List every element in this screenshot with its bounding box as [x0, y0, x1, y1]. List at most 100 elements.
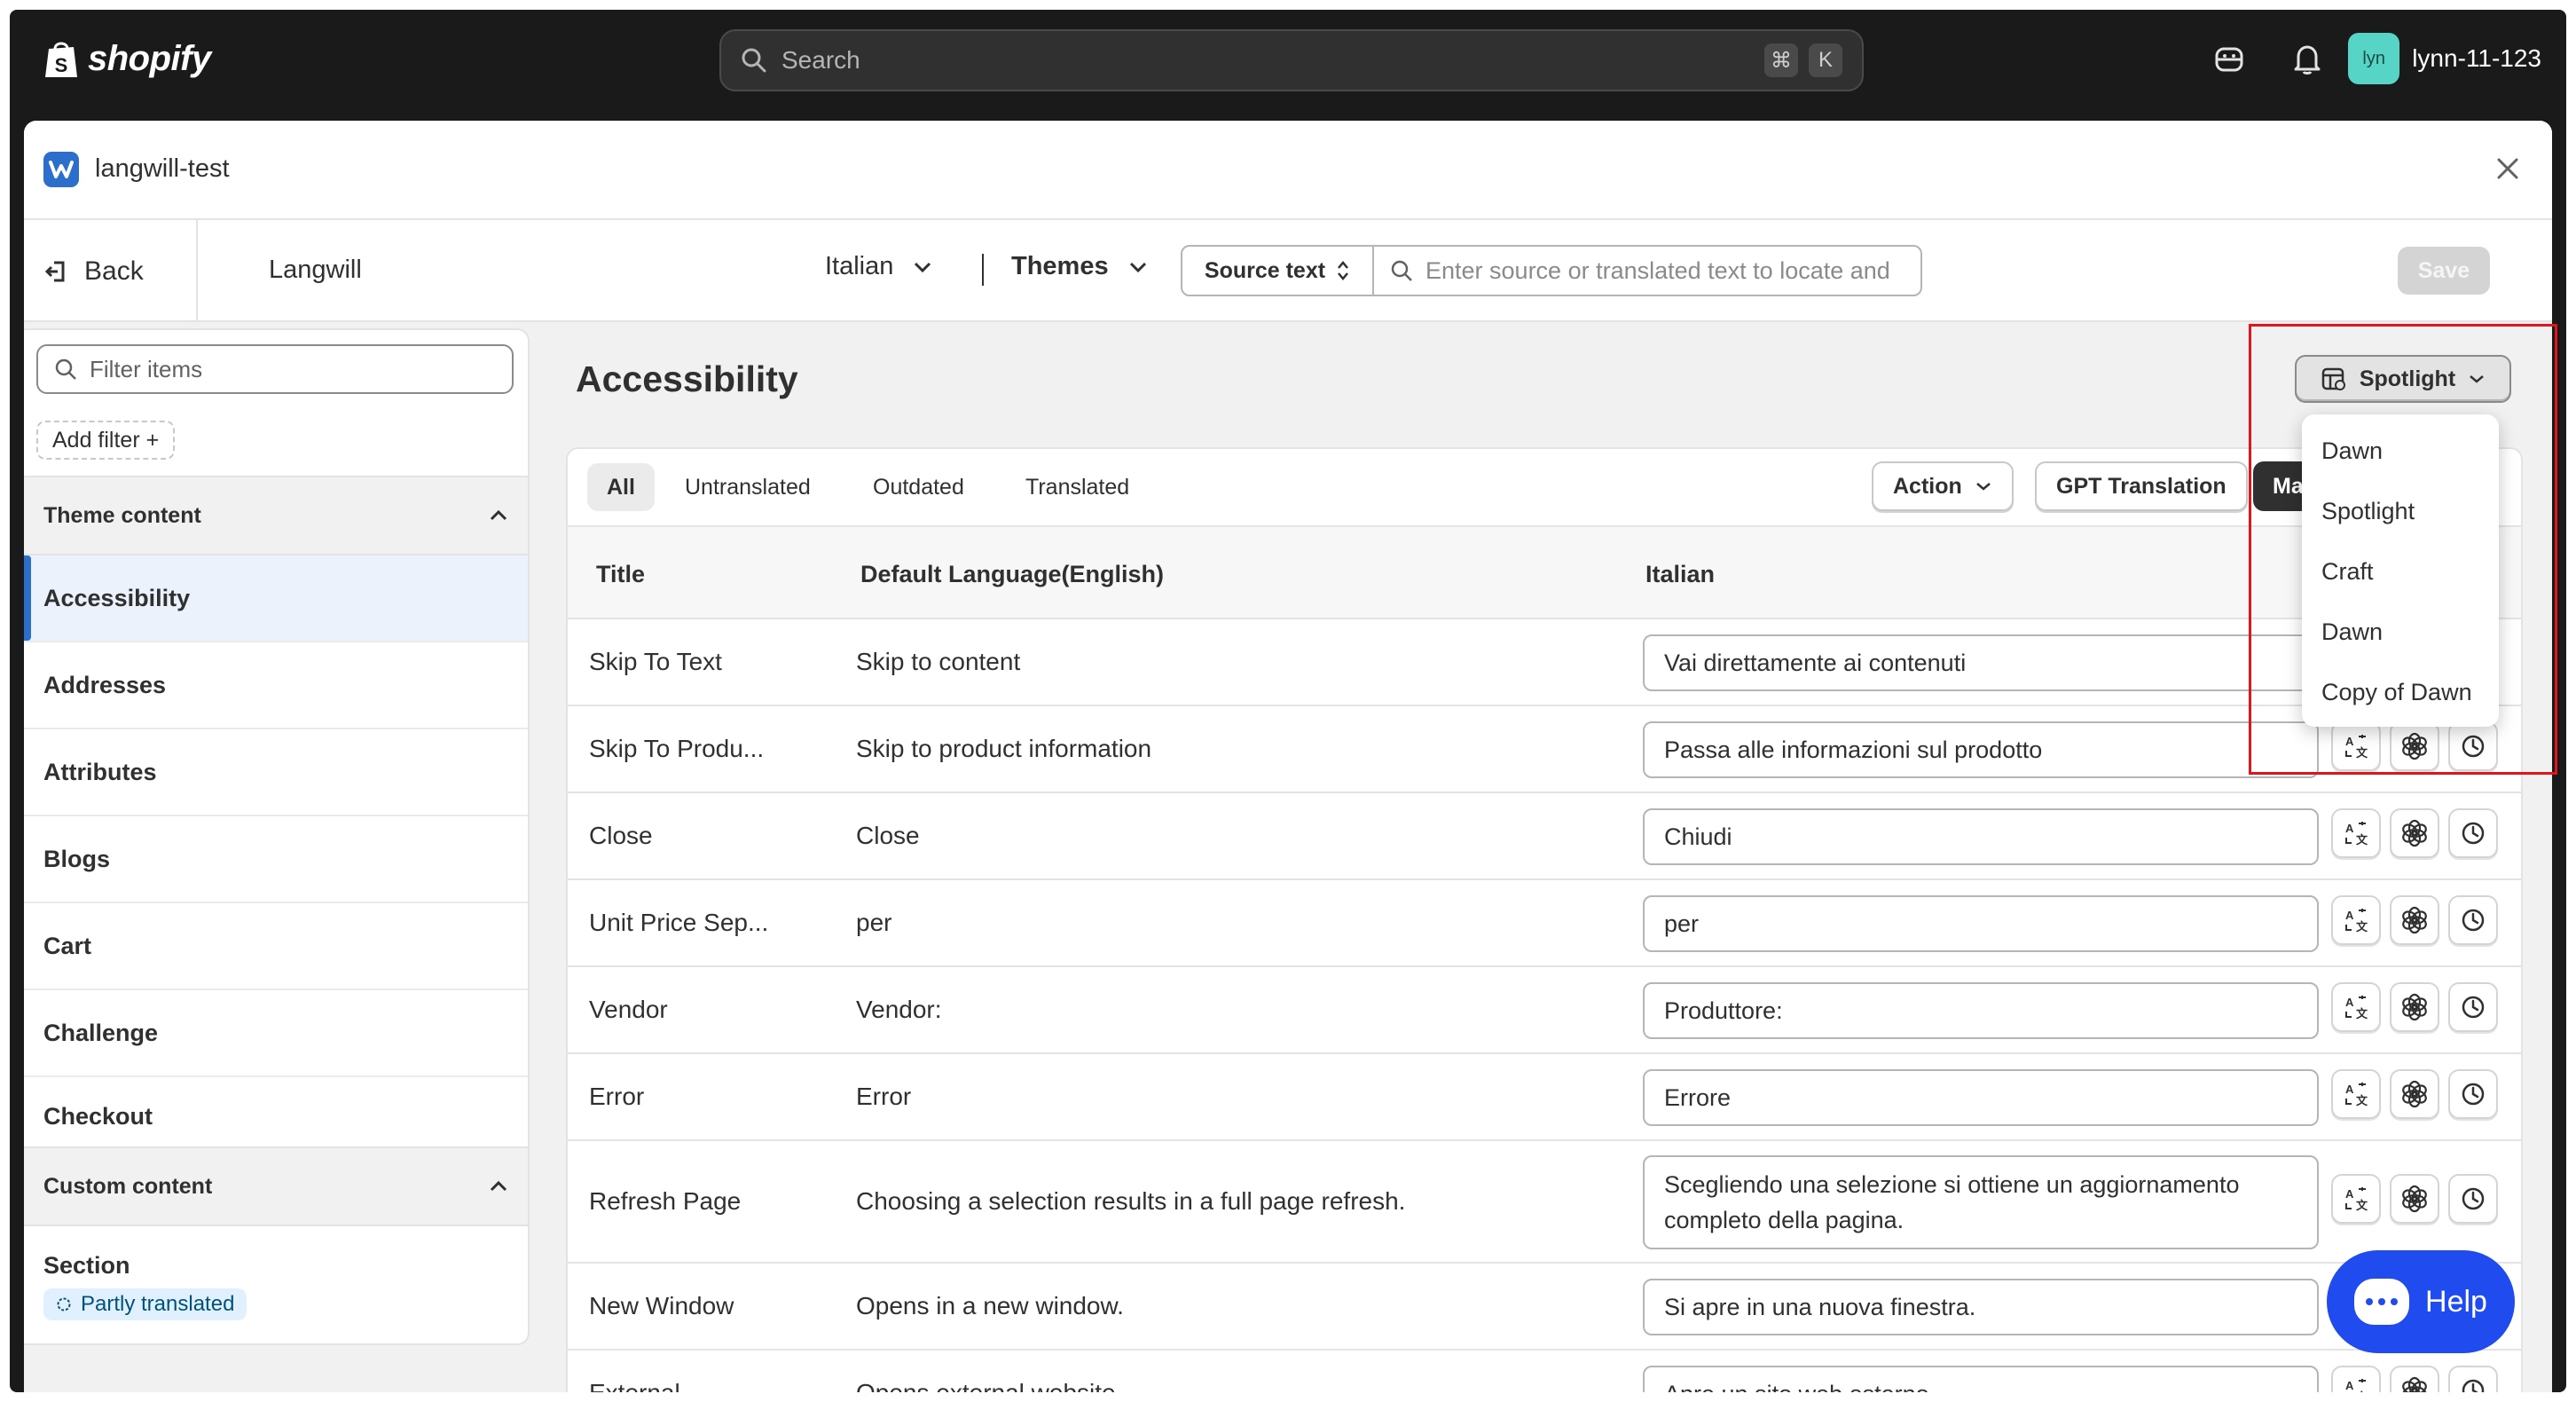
row-default-text: Skip to content [856, 648, 1021, 675]
translate-icon-button[interactable]: A文 [2331, 1366, 2381, 1392]
history-clock-icon-button[interactable] [2448, 895, 2498, 945]
back-button[interactable]: Back [43, 247, 144, 296]
tab-untranslated[interactable]: Untranslated [665, 463, 830, 511]
sidebar-item-section[interactable]: Section Partly translated [24, 1226, 528, 1343]
filter-tabs: All Untranslated Outdated Translated Act… [568, 449, 2521, 527]
translation-input[interactable]: Passa alle informazioni sul prodotto [1643, 721, 2319, 778]
row-default-text: Opens external website. [856, 1379, 1122, 1392]
sidebar-item-blogs[interactable]: Blogs [24, 816, 528, 903]
translation-input[interactable]: per [1643, 895, 2319, 952]
row-title: External [589, 1379, 680, 1392]
shopify-bag-icon: S [45, 42, 77, 77]
source-search-group: Source text Enter source or translated t… [1181, 245, 1922, 296]
page-title: Accessibility [576, 358, 798, 399]
table-row: Error Error Errore A 文 [568, 1054, 2521, 1141]
translation-input[interactable]: Vai direttamente ai contenuti [1643, 634, 2319, 691]
language-value: Italian [825, 252, 894, 280]
translation-table-card: All Untranslated Outdated Translated Act… [566, 447, 2523, 1392]
sidebar-item-accessibility[interactable]: Accessibility [24, 555, 528, 642]
close-icon[interactable] [2485, 146, 2531, 192]
openai-icon [2402, 1185, 2427, 1213]
badge-label: Partly translated [81, 1291, 235, 1316]
sidebar-item-label: Section [43, 1251, 130, 1279]
translate-icon-button[interactable]: A文 [2331, 895, 2381, 945]
openai-icon-button[interactable] [2390, 1069, 2439, 1119]
filter-items-input[interactable]: Filter items [36, 344, 514, 394]
translate-icon-button[interactable]: A文 [2331, 982, 2381, 1032]
status-badge: Partly translated [43, 1288, 247, 1320]
translation-input[interactable]: Apre un sito web esterno. [1643, 1366, 2319, 1392]
history-clock-icon-button[interactable] [2448, 1174, 2498, 1224]
resource-select[interactable]: Themes [1011, 252, 1148, 281]
translate-icon-button[interactable]: A文 [2331, 808, 2381, 858]
add-filter-button[interactable]: Add filter + [36, 421, 176, 460]
source-type-select[interactable]: Source text [1182, 247, 1374, 295]
tab-all[interactable]: All [587, 463, 655, 511]
openai-icon-button[interactable] [2390, 982, 2439, 1032]
openai-icon [2402, 1080, 2427, 1108]
history-clock-icon-button[interactable] [2448, 982, 2498, 1032]
svg-text:A: A [2345, 1379, 2354, 1392]
history-clock-icon-button[interactable] [2448, 1069, 2498, 1119]
tab-translated[interactable]: Translated [1006, 463, 1149, 511]
global-search-input[interactable]: Search ⌘ K [719, 29, 1864, 91]
shopify-wordmark: shopify [88, 38, 211, 78]
chevron-up-icon [490, 509, 507, 521]
help-button[interactable]: Help [2327, 1250, 2515, 1353]
translation-input[interactable]: Errore [1643, 1069, 2319, 1126]
openai-icon-button[interactable] [2390, 895, 2439, 945]
sidebar-item-cart[interactable]: Cart [24, 903, 528, 990]
sidebar-item-checkout[interactable]: Checkout [24, 1077, 528, 1155]
language-select[interactable]: Italian [825, 252, 932, 281]
translation-input[interactable]: Chiudi [1643, 808, 2319, 865]
translation-input[interactable]: Produttore: [1643, 982, 2319, 1039]
translate-icon-button[interactable]: A文 [2331, 1069, 2381, 1119]
history-clock-icon-button[interactable] [2448, 808, 2498, 858]
chevron-down-icon [1975, 483, 1991, 491]
row-default-text: Choosing a selection results in a full p… [856, 1187, 1406, 1215]
history-clock-icon-button[interactable] [2448, 1366, 2498, 1392]
save-button[interactable]: Save [2398, 247, 2490, 295]
search-icon [1391, 260, 1412, 281]
group-theme-content[interactable]: Theme content [24, 476, 528, 555]
tab-outdated[interactable]: Outdated [853, 463, 984, 511]
group-custom-content[interactable]: Custom content [24, 1146, 528, 1226]
source-text-input[interactable]: Enter source or translated text to locat… [1374, 247, 1920, 295]
back-arrow-icon [44, 261, 65, 282]
shopify-logo[interactable]: S shopify [43, 38, 211, 79]
action-button[interactable]: Action [1872, 461, 2014, 511]
svg-text:文: 文 [2356, 1094, 2368, 1107]
sidebar-item-challenge[interactable]: Challenge [24, 990, 528, 1077]
openai-icon-button[interactable] [2390, 1174, 2439, 1224]
chevron-down-icon [915, 262, 931, 272]
bell-icon[interactable] [2288, 40, 2327, 79]
help-label: Help [2425, 1284, 2487, 1319]
sidebar-item-addresses[interactable]: Addresses [24, 642, 528, 729]
search-placeholder: Search [781, 46, 860, 74]
svg-text:文: 文 [2356, 1390, 2368, 1392]
store-switcher-icon[interactable] [2210, 40, 2249, 79]
svg-text:A: A [2345, 1187, 2354, 1201]
source-type-value: Source text [1204, 257, 1326, 283]
app-title: Langwill [269, 256, 362, 284]
svg-text:文: 文 [2356, 1007, 2368, 1020]
table-row: New Window Opens in a new window. Si apre … [568, 1264, 2521, 1351]
table-row: Skip To Produ... Skip to product informat… [568, 706, 2521, 793]
sidebar-item-label: Checkout [43, 1102, 153, 1130]
row-title: Close [589, 822, 653, 849]
resource-value: Themes [1011, 252, 1109, 280]
openai-icon-button[interactable] [2390, 1366, 2439, 1392]
table-row: Close Close Chiudi A 文 [568, 793, 2521, 880]
openai-icon-button[interactable] [2390, 808, 2439, 858]
translation-input[interactable]: Scegliendo una selezione si ottiene un a… [1643, 1155, 2319, 1249]
toolbar-separator [982, 254, 984, 286]
row-title: Skip To Text [589, 648, 722, 675]
translation-input[interactable]: Si apre in una nuova finestra. [1643, 1279, 2319, 1335]
user-menu[interactable]: lyn lynn-11-123 [2348, 33, 2541, 84]
sidebar-item-attributes[interactable]: Attributes [24, 729, 528, 816]
chevron-down-icon [1129, 262, 1146, 272]
history-clock-icon [2462, 1379, 2485, 1392]
translate-icon-button[interactable]: A文 [2331, 1174, 2381, 1224]
row-default-text: Close [856, 822, 920, 849]
gpt-translation-button[interactable]: GPT Translation [2035, 461, 2248, 511]
